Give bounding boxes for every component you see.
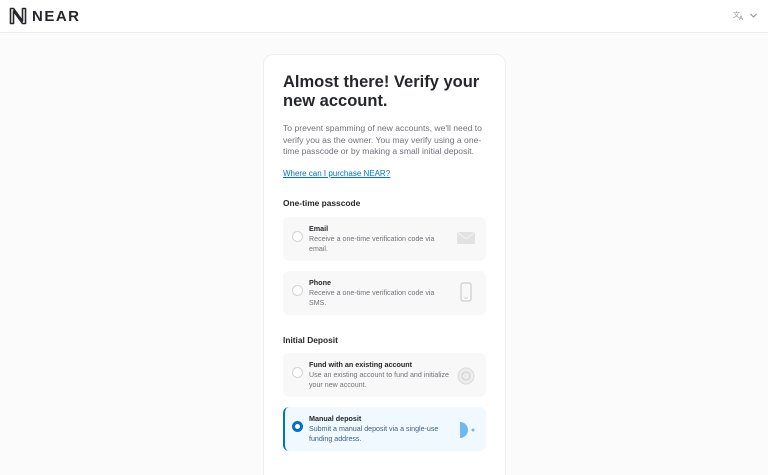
radio-phone[interactable] <box>292 285 303 296</box>
radio-email[interactable] <box>292 231 303 242</box>
radio-fund-existing[interactable] <box>292 367 303 378</box>
language-selector[interactable]: 文 A <box>733 9 758 21</box>
top-bar: NEAR 文 A <box>0 0 768 33</box>
option-phone[interactable]: Phone Receive a one-time verification co… <box>283 271 486 315</box>
option-fund-existing[interactable]: Fund with an existing account Use an exi… <box>283 353 486 397</box>
option-phone-description: Receive a one-time verification code via… <box>309 289 435 307</box>
option-fund-existing-title: Fund with an existing account <box>309 360 413 369</box>
option-manual-deposit[interactable]: Manual deposit Submit a manual deposit v… <box>283 407 486 451</box>
svg-text:A: A <box>739 15 744 21</box>
option-email-title: Email <box>309 224 329 233</box>
near-logo[interactable]: NEAR <box>9 7 81 25</box>
radio-manual-deposit[interactable] <box>292 421 303 432</box>
option-email-description: Receive a one-time verification code via… <box>309 235 435 253</box>
page-description: To prevent spamming of new accounts, we'… <box>283 123 482 157</box>
option-manual-deposit-description: Submit a manual deposit via a single-use… <box>309 425 439 443</box>
option-manual-deposit-title: Manual deposit <box>309 414 362 423</box>
brand-name: NEAR <box>32 7 81 25</box>
option-fund-existing-description: Use an existing account to fund and init… <box>309 371 449 389</box>
deposit-section-heading: Initial Deposit <box>283 335 338 345</box>
near-logo-icon <box>9 7 27 25</box>
deposit-icon <box>460 422 475 438</box>
page-title: Almost there! Verify your new account. <box>283 73 480 110</box>
option-email[interactable]: Email Receive a one-time verification co… <box>283 217 486 261</box>
envelope-icon <box>456 231 476 244</box>
otp-section-heading: One-time passcode <box>283 198 361 208</box>
purchase-near-link[interactable]: Where can I purchase NEAR? <box>283 169 390 178</box>
translate-icon: 文 A <box>733 10 744 21</box>
option-phone-title: Phone <box>309 278 331 287</box>
phone-icon <box>460 282 472 302</box>
account-icon <box>457 367 475 385</box>
chevron-down-icon <box>750 13 757 18</box>
